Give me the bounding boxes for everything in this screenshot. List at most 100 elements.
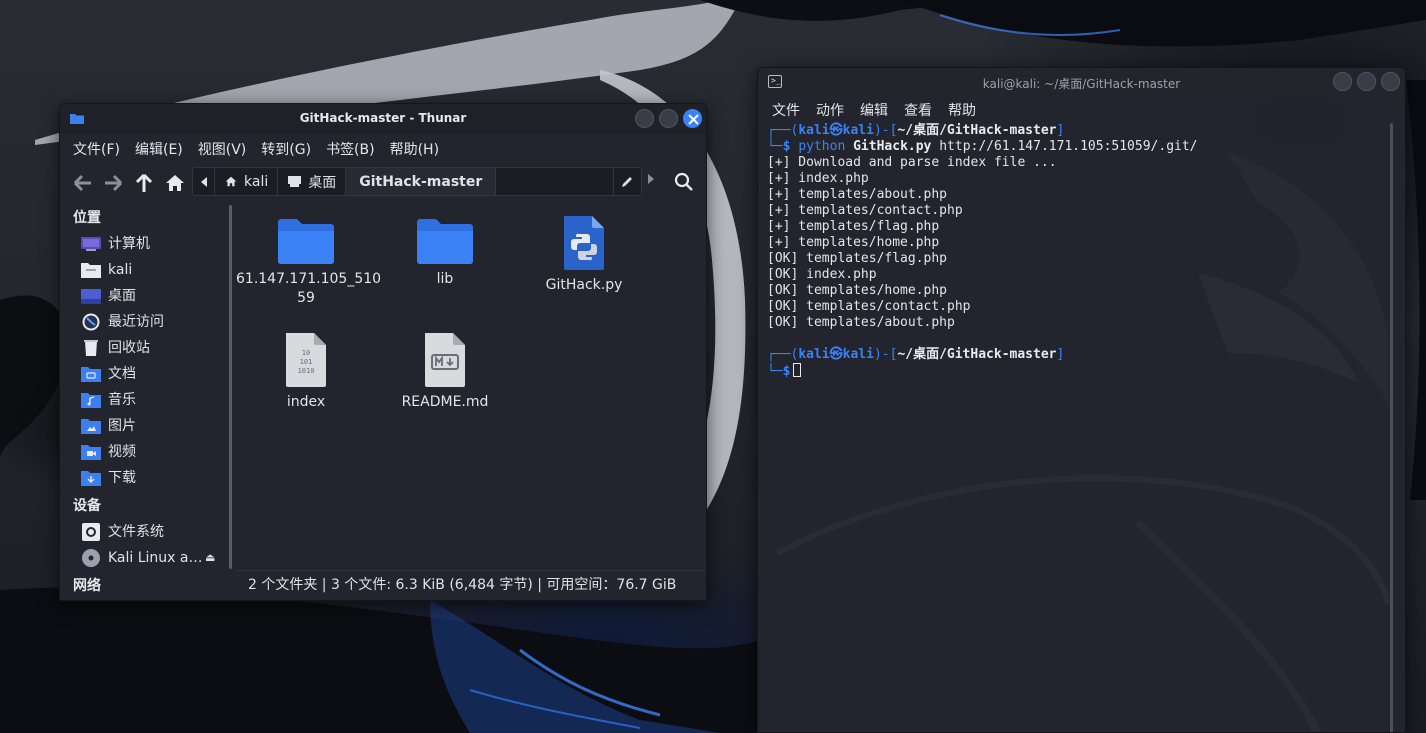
- output-line: [OK] templates/flag.php: [767, 251, 948, 266]
- sidebar-item-label: 下载: [108, 470, 136, 486]
- close-icon: [688, 114, 699, 125]
- documents-folder-icon: [81, 367, 101, 382]
- menu-edit[interactable]: 编辑: [860, 100, 888, 120]
- location-pathbar: kali 桌面 GitHack-master: [192, 167, 642, 196]
- pictures-folder-icon: [81, 419, 101, 434]
- path-scroll-left[interactable]: [193, 168, 215, 195]
- path-home-label: kali: [244, 173, 269, 190]
- file-item-githack-py[interactable]: GitHack.py: [514, 216, 654, 295]
- chevron-right-icon[interactable]: [647, 174, 655, 184]
- menu-view[interactable]: 视图(V): [198, 139, 247, 159]
- file-item-readme[interactable]: README.md: [375, 333, 515, 412]
- sidebar-item-computer[interactable]: 计算机: [60, 231, 232, 257]
- sidebar-item-videos[interactable]: 视频: [60, 439, 232, 465]
- thunar-sidebar: 位置 计算机 kali 桌面 最近访问 回收站 文档 音乐 图片 视频 下载 设…: [60, 202, 232, 600]
- svg-text:101: 101: [300, 358, 313, 366]
- desktop-folder-icon: [81, 289, 101, 304]
- chevron-left-icon: [200, 176, 207, 187]
- menu-actions[interactable]: 动作: [816, 100, 844, 120]
- path-segment-home[interactable]: kali: [215, 168, 279, 195]
- thunar-menubar: 文件(F) 编辑(E) 视图(V) 转到(G) 书签(B) 帮助(H): [60, 134, 706, 164]
- file-name-wrap: 59: [297, 290, 315, 306]
- videos-folder-icon: [81, 445, 101, 460]
- menu-file[interactable]: 文件(F): [73, 139, 120, 159]
- text-cursor: [793, 363, 802, 377]
- sidebar-item-music[interactable]: 音乐: [60, 387, 232, 413]
- sidebar-item-pictures[interactable]: 图片: [60, 413, 232, 439]
- sidebar-item-filesystem[interactable]: 文件系统: [60, 519, 232, 545]
- binary-file-icon: 10 101 1010: [286, 333, 326, 387]
- sidebar-item-label: 文档: [108, 366, 136, 382]
- file-item-lib[interactable]: lib: [375, 218, 515, 289]
- up-arrow-icon[interactable]: [133, 172, 155, 194]
- menu-file[interactable]: 文件: [772, 100, 800, 120]
- recent-icon: [82, 313, 100, 331]
- close-button[interactable]: [683, 109, 702, 128]
- minimize-button[interactable]: [1333, 72, 1352, 91]
- computer-icon: [81, 237, 101, 251]
- file-item-index[interactable]: 10 101 1010 index: [236, 333, 376, 412]
- sidebar-item-recent[interactable]: 最近访问: [60, 309, 232, 335]
- file-name: 61.147.171.105_510: [236, 271, 382, 287]
- back-arrow-icon[interactable]: [72, 172, 94, 194]
- menu-help[interactable]: 帮助: [948, 100, 976, 120]
- minimize-button[interactable]: [635, 109, 654, 128]
- python-file-icon: [564, 216, 604, 270]
- home-icon[interactable]: [164, 172, 186, 194]
- menu-edit[interactable]: 编辑(E): [135, 139, 183, 159]
- sidebar-item-documents[interactable]: 文档: [60, 361, 232, 387]
- search-icon[interactable]: [674, 172, 694, 192]
- output-line: [+] templates/about.php: [767, 187, 948, 202]
- eject-icon[interactable]: ⏏: [205, 545, 215, 571]
- thunar-titlebar[interactable]: GitHack-master - Thunar: [60, 104, 706, 134]
- path-empty-area[interactable]: [496, 168, 613, 195]
- downloads-folder-icon: [81, 471, 101, 486]
- desktop-icon: [288, 176, 302, 187]
- output-line: [+] templates/flag.php: [767, 219, 940, 234]
- places-header: 位置: [73, 210, 101, 226]
- close-button[interactable]: [1381, 72, 1400, 91]
- sidebar-item-kali[interactable]: kali: [60, 257, 232, 283]
- file-name: index: [286, 394, 326, 410]
- output-line: [+] templates/home.php: [767, 235, 940, 250]
- menu-go[interactable]: 转到(G): [261, 139, 311, 159]
- file-item-folder-ip[interactable]: 61.147.171.105_510 59: [236, 218, 382, 308]
- sidebar-item-label: 最近访问: [108, 314, 164, 330]
- forward-arrow-icon[interactable]: [102, 172, 124, 194]
- active-prompt-line: └─$: [767, 363, 1405, 379]
- sidebar-item-label: 回收站: [108, 340, 150, 356]
- maximize-button[interactable]: [659, 109, 678, 128]
- sidebar-scrollbar[interactable]: [229, 205, 232, 569]
- prompt-line-top: ┌──(kali㉿kali)-[~/桌面/GitHack-master]: [767, 123, 1065, 138]
- network-header: 网络: [73, 578, 101, 594]
- terminal-menubar: 文件 动作 编辑 查看 帮助: [758, 96, 1405, 123]
- path-current-label: GitHack-master: [359, 173, 483, 190]
- menu-bookmarks[interactable]: 书签(B): [326, 139, 375, 159]
- sidebar-item-desktop[interactable]: 桌面: [60, 283, 232, 309]
- window-title: GitHack-master - Thunar: [299, 111, 467, 125]
- output-line: [OK] templates/contact.php: [767, 299, 971, 314]
- file-name: lib: [436, 271, 454, 287]
- output-line: [OK] index.php: [767, 267, 877, 282]
- sidebar-item-label: 音乐: [108, 392, 136, 408]
- filesystem-icon: [82, 523, 100, 541]
- folder-icon: [278, 219, 334, 264]
- menu-help[interactable]: 帮助(H): [390, 139, 439, 159]
- sidebar-item-downloads[interactable]: 下载: [60, 465, 232, 491]
- sidebar-item-label: 计算机: [108, 236, 150, 252]
- terminal-output[interactable]: ┌──(kali㉿kali)-[~/桌面/GitHack-master] └─$…: [758, 123, 1405, 379]
- menu-view[interactable]: 查看: [904, 100, 932, 120]
- markdown-file-icon: [425, 333, 465, 387]
- terminal-titlebar[interactable]: >_ kali@kali: ~/桌面/GitHack-master: [758, 68, 1405, 96]
- sidebar-item-cdrom[interactable]: Kali Linux a… ⏏: [60, 545, 232, 571]
- path-edit-button[interactable]: [613, 168, 641, 195]
- path-segment-desktop[interactable]: 桌面: [278, 168, 347, 195]
- sidebar-item-trash[interactable]: 回收站: [60, 335, 232, 361]
- terminal-scrollbar[interactable]: [1390, 123, 1393, 732]
- path-segment-current[interactable]: GitHack-master: [346, 168, 497, 195]
- output-line: [OK] templates/home.php: [767, 283, 948, 298]
- output-line: [+] templates/contact.php: [767, 203, 963, 218]
- pencil-icon: [622, 177, 632, 187]
- maximize-button[interactable]: [1357, 72, 1376, 91]
